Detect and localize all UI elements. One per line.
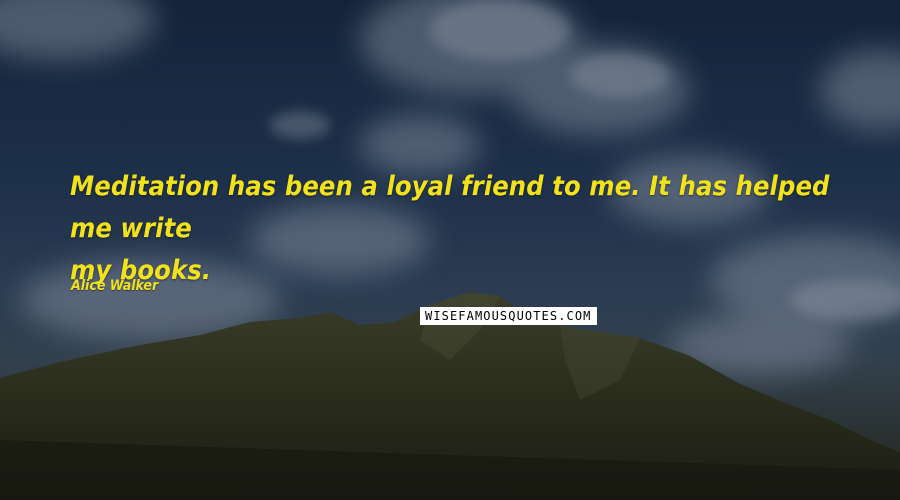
watermark-logo: WISEFAMOUSQUOTES.COM <box>420 307 597 325</box>
author-name: Alice Walker <box>71 278 159 294</box>
quote-text: Meditation has been a loyal friend to me… <box>70 166 870 292</box>
quote-image: Meditation has been a loyal friend to me… <box>0 0 900 500</box>
quote-line-1: Meditation has been a loyal friend to me… <box>70 171 830 244</box>
